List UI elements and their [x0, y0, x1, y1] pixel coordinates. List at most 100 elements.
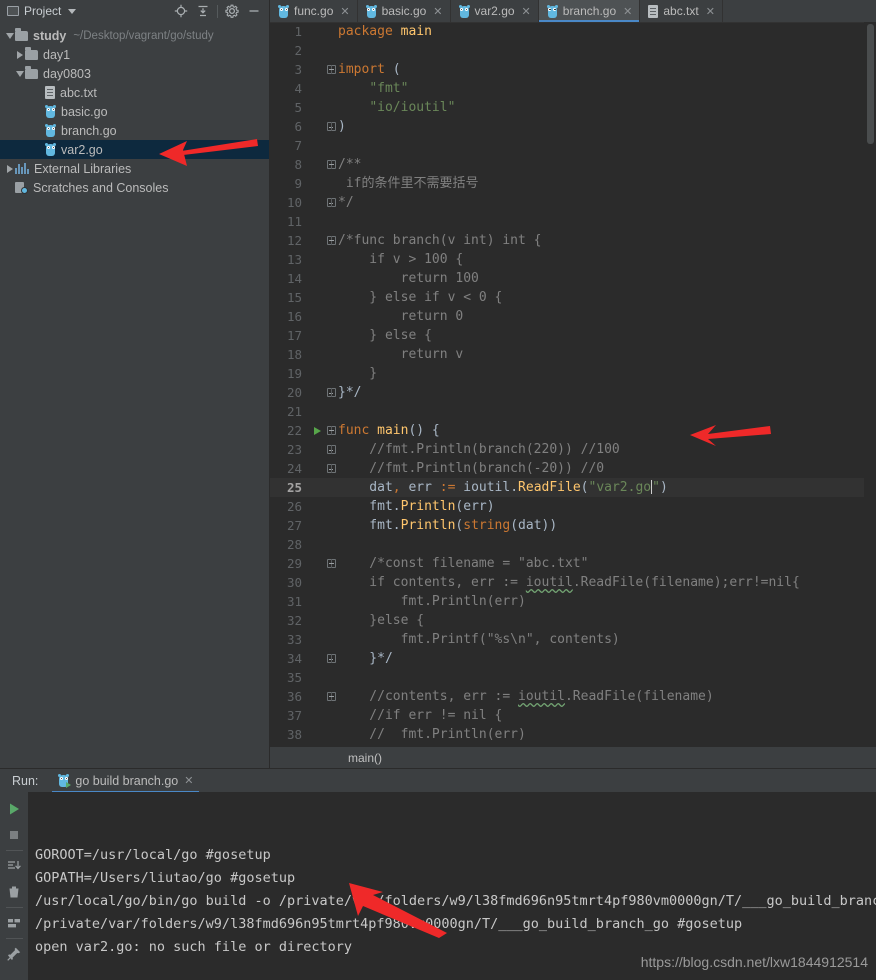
tree-item-var2-go[interactable]: var2.go	[0, 140, 269, 159]
tree-item-day1[interactable]: day1	[0, 45, 269, 64]
code-line-19[interactable]: 19 }	[270, 364, 876, 383]
code-line-17[interactable]: 17 } else {	[270, 326, 876, 345]
tab-label: basic.go	[381, 4, 427, 18]
code-line-30[interactable]: 30 if contents, err := ioutil.ReadFile(f…	[270, 573, 876, 592]
editor-scrollbar[interactable]	[864, 22, 876, 746]
console-line-2: /usr/local/go/bin/go build -o /private/v…	[35, 893, 876, 909]
tree-item-external-libraries[interactable]: External Libraries	[0, 159, 269, 178]
code-line-24[interactable]: 24 //fmt.Println(branch(-20)) //0	[270, 459, 876, 478]
tree-item-day0803[interactable]: day0803	[0, 64, 269, 83]
code-line-35[interactable]: 35	[270, 668, 876, 687]
code-line-27[interactable]: 27 fmt.Println(string(dat))	[270, 516, 876, 535]
editor-tab-var2-go[interactable]: var2.go ✕	[451, 0, 539, 22]
line-number: 4	[294, 81, 302, 96]
code-line-34[interactable]: 34 }*/	[270, 649, 876, 668]
minimize-icon[interactable]	[243, 0, 265, 22]
line-number: 35	[286, 670, 302, 685]
code-line-22[interactable]: 22 func main() {	[270, 421, 876, 440]
close-icon[interactable]: ✕	[706, 5, 715, 18]
close-icon[interactable]: ✕	[340, 5, 349, 18]
line-number: 10	[286, 195, 302, 210]
scroll-to-end-icon[interactable]	[0, 853, 29, 879]
tree-item-branch-go[interactable]: branch.go	[0, 121, 269, 140]
code-text: if contents, err := ioutil.ReadFile(file…	[338, 575, 800, 590]
code-line-32[interactable]: 32 }else {	[270, 611, 876, 630]
soft-wrap-icon[interactable]	[0, 910, 29, 936]
code-line-4[interactable]: 4 "fmt"	[270, 79, 876, 98]
stop-icon[interactable]	[0, 822, 29, 848]
chevron-right-icon[interactable]	[4, 163, 15, 174]
chevron-down-icon[interactable]	[68, 8, 77, 14]
tree-item-abc-txt[interactable]: abc.txt	[0, 83, 269, 102]
run-configuration-tab[interactable]: go build branch.go ✕	[50, 769, 201, 793]
fold-gutter	[324, 236, 338, 245]
code-text: //fmt.Println(branch(-20)) //0	[338, 461, 605, 476]
chevron-down-icon[interactable]	[14, 68, 25, 79]
code-line-14[interactable]: 14 return 100	[270, 269, 876, 288]
gutter-run-marker[interactable]	[310, 426, 324, 435]
code-line-16[interactable]: 16 return 0	[270, 307, 876, 326]
code-line-21[interactable]: 21	[270, 402, 876, 421]
code-line-11[interactable]: 11	[270, 212, 876, 231]
line-number: 1	[294, 24, 302, 39]
locate-icon[interactable]	[170, 0, 192, 22]
line-number: 22	[286, 423, 302, 438]
code-line-8[interactable]: 8 /**	[270, 155, 876, 174]
editor-tab-abc-txt[interactable]: abc.txt ✕	[640, 0, 723, 22]
editor-tab-func-go[interactable]: func.go ✕	[270, 0, 358, 22]
gear-icon[interactable]	[221, 0, 243, 22]
editor-tab-branch-go[interactable]: branch.go ✕	[538, 0, 641, 22]
console-output[interactable]: GOROOT=/usr/local/go #gosetup GOPATH=/Use…	[29, 792, 876, 980]
tree-item-scratches-and-consoles[interactable]: Scratches and Consoles	[0, 178, 269, 197]
code-line-18[interactable]: 18 return v	[270, 345, 876, 364]
code-line-29[interactable]: 29 /*const filename = "abc.txt"	[270, 554, 876, 573]
code-line-6[interactable]: 6)	[270, 117, 876, 136]
txt-file-icon	[45, 86, 55, 99]
tree-item-basic-go[interactable]: basic.go	[0, 102, 269, 121]
rerun-icon[interactable]	[0, 796, 29, 822]
code-line-33[interactable]: 33 fmt.Printf("%s\n", contents)	[270, 630, 876, 649]
code-editor[interactable]: 1 package main 2 3 import (4 "fmt" 5 "io/iout…	[270, 22, 876, 768]
editor-tab-basic-go[interactable]: basic.go ✕	[358, 0, 451, 22]
tree-item-study[interactable]: study ~/Desktop/vagrant/go/study	[0, 26, 269, 45]
code-line-10[interactable]: 10 */	[270, 193, 876, 212]
code-line-3[interactable]: 3 import (	[270, 60, 876, 79]
collapse-all-icon[interactable]	[192, 0, 214, 22]
code-line-23[interactable]: 23 //fmt.Println(branch(220)) //100	[270, 440, 876, 459]
code-text: fmt.Println(err)	[338, 594, 526, 609]
scrollbar-thumb[interactable]	[867, 24, 874, 144]
close-icon[interactable]: ✕	[433, 5, 442, 18]
close-icon[interactable]: ✕	[184, 774, 193, 787]
close-icon[interactable]: ✕	[623, 5, 632, 18]
code-line-1[interactable]: 1 package main	[270, 22, 876, 41]
project-title-button[interactable]: Project	[0, 4, 170, 18]
code-line-26[interactable]: 26 fmt.Println(err)	[270, 497, 876, 516]
line-number: 13	[286, 252, 302, 267]
breadcrumb[interactable]: main()	[270, 746, 876, 768]
code-line-12[interactable]: 12 /*func branch(v int) int {	[270, 231, 876, 250]
code-line-37[interactable]: 37 //if err != nil {	[270, 706, 876, 725]
code-line-2[interactable]: 2	[270, 41, 876, 60]
chevron-right-icon[interactable]	[14, 49, 25, 60]
close-icon[interactable]: ✕	[522, 5, 531, 18]
code-line-25[interactable]: 25 dat, err := ioutil.ReadFile("var2.go"…	[270, 478, 876, 497]
line-number: 33	[286, 632, 302, 647]
code-line-28[interactable]: 28	[270, 535, 876, 554]
fold-gutter	[324, 654, 338, 663]
code-line-38[interactable]: 38 // fmt.Println(err)	[270, 725, 876, 744]
chevron-down-icon[interactable]	[4, 30, 15, 41]
line-number: 29	[286, 556, 302, 571]
code-text: } else {	[338, 328, 432, 343]
run-toolbar	[0, 792, 29, 980]
pin-icon[interactable]	[0, 941, 29, 967]
code-line-5[interactable]: 5 "io/ioutil"	[270, 98, 876, 117]
code-line-15[interactable]: 15 } else if v < 0 {	[270, 288, 876, 307]
code-line-20[interactable]: 20}*/	[270, 383, 876, 402]
code-line-36[interactable]: 36 //contents, err := ioutil.ReadFile(fi…	[270, 687, 876, 706]
code-line-7[interactable]: 7	[270, 136, 876, 155]
code-line-31[interactable]: 31 fmt.Println(err)	[270, 592, 876, 611]
code-line-13[interactable]: 13 if v > 100 {	[270, 250, 876, 269]
trash-icon[interactable]	[0, 879, 29, 905]
code-line-9[interactable]: 9 if的条件里不需要括号	[270, 174, 876, 193]
